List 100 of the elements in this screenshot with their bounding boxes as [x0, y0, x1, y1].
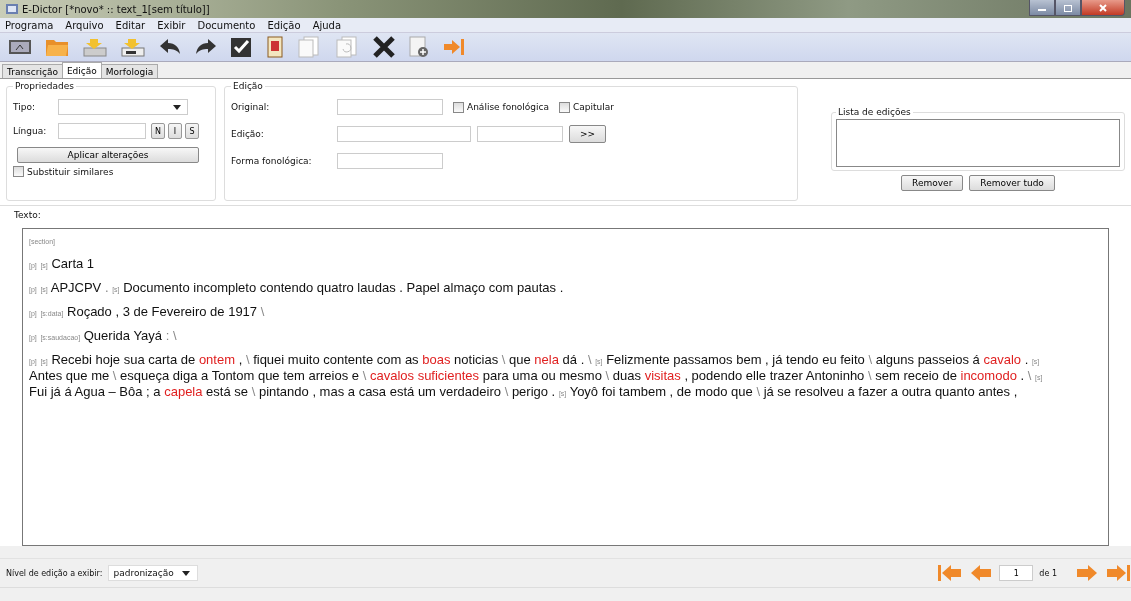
- markup-mark: \: [867, 368, 872, 383]
- text-run: .: [1024, 352, 1029, 367]
- field-label: Tipo:: [13, 102, 36, 112]
- checkbox-label: Substituir similares: [27, 166, 114, 177]
- maximize-icon: [1063, 3, 1073, 12]
- markup-mark: \: [756, 384, 760, 399]
- text-run: Roçado , 3 de Fevereiro de 1917: [67, 304, 258, 319]
- remove-button[interactable]: Remover: [901, 175, 964, 191]
- text-run: alguns passeios á: [875, 352, 980, 367]
- text-run: perigo .: [511, 384, 556, 399]
- checkmark-icon[interactable]: [230, 36, 254, 58]
- first-page-icon[interactable]: [937, 563, 964, 583]
- edited-word: capela: [164, 384, 203, 399]
- edited-word: cavalo: [983, 352, 1021, 367]
- group-title: Lista de edições: [837, 107, 912, 117]
- section-label: Texto:: [14, 210, 42, 222]
- text-run: duas: [612, 368, 641, 383]
- markup-mark: \: [112, 368, 117, 383]
- text-run: esqueça diga a Tontom que tem arreios e: [120, 368, 360, 383]
- field-label: Original:: [231, 102, 271, 112]
- app-icon: [6, 4, 18, 14]
- text-run: Yoyô foi tambem , de modo que: [569, 384, 753, 399]
- markup-mark: \: [504, 384, 509, 399]
- edit-list[interactable]: [836, 119, 1120, 167]
- page-add-icon[interactable]: [408, 36, 430, 58]
- tab[interactable]: Transcrição: [2, 64, 63, 78]
- text-run: pintando , mas a casa está um verdadeiro: [258, 384, 501, 399]
- menu-item[interactable]: Documento: [197, 19, 256, 31]
- language-field[interactable]: [58, 123, 146, 139]
- markup-mark: \: [260, 304, 265, 319]
- level-dropdown[interactable]: padronização: [108, 565, 199, 581]
- edited-word: nela: [534, 352, 559, 367]
- text-run: está se: [206, 384, 249, 399]
- minimize-button[interactable]: [1029, 0, 1055, 16]
- checkbox-label: Capitular: [573, 102, 614, 112]
- markup-mark: \: [605, 368, 610, 383]
- edition-field[interactable]: [477, 126, 563, 142]
- field-label: Forma fonológica:: [231, 156, 313, 166]
- field-label: Língua:: [13, 126, 48, 136]
- edited-word: boas: [422, 352, 451, 367]
- text-run: Querida Yayá: [83, 328, 163, 343]
- monitor-icon[interactable]: [8, 37, 32, 57]
- markup-mark: :: [165, 328, 170, 343]
- style-button[interactable]: I: [168, 123, 182, 139]
- text-run: Fui já á Agua – Bôa ; a: [29, 384, 161, 399]
- close-button[interactable]: [1081, 0, 1125, 16]
- text-area[interactable]: [22, 228, 1109, 546]
- menu-item[interactable]: Editar: [115, 19, 146, 31]
- checkbox[interactable]: [559, 101, 571, 113]
- group-title: Edição: [232, 81, 264, 91]
- edition-field[interactable]: [337, 126, 471, 142]
- checkbox[interactable]: [453, 101, 464, 113]
- text-run: ,: [238, 352, 243, 367]
- text-run: para uma ou mesmo: [482, 368, 602, 383]
- text-run: dá .: [562, 352, 585, 367]
- style-button[interactable]: S: [185, 123, 199, 139]
- text-run: fiquei muito contente com as: [253, 352, 419, 367]
- field-label: Edição:: [231, 129, 265, 139]
- markup-mark: \: [587, 352, 592, 367]
- markup-mark: \: [245, 352, 250, 367]
- markup-mark: \: [251, 384, 256, 399]
- last-page-icon[interactable]: [1105, 563, 1131, 583]
- card-icon[interactable]: [266, 36, 284, 58]
- text-run: Antes que me: [29, 368, 110, 383]
- transfer-button[interactable]: >>: [569, 125, 607, 143]
- group-title: Propriedades: [14, 81, 75, 91]
- dropdown-arrow-icon: [173, 104, 181, 110]
- text-run: Felizmente passamos bem , já tendo eu feito: [606, 352, 865, 367]
- original-field[interactable]: [337, 99, 443, 115]
- style-button[interactable]: N: [151, 123, 165, 139]
- menu-item[interactable]: Ajuda: [312, 19, 342, 31]
- text-run: Carta 1: [51, 256, 95, 271]
- previous-page-icon[interactable]: [969, 563, 994, 583]
- text-run: sem receio de: [875, 368, 957, 383]
- phonological-field[interactable]: [337, 153, 443, 169]
- menu-item[interactable]: Edição: [267, 19, 301, 31]
- page-field[interactable]: 1: [999, 565, 1034, 581]
- tab[interactable]: Edição: [61, 62, 102, 78]
- page-total: de 1: [1039, 568, 1057, 578]
- menu-item[interactable]: Programa: [5, 19, 54, 31]
- edited-word: visitas: [644, 368, 681, 383]
- drive-arrow-icon[interactable]: [120, 36, 146, 58]
- edited-word: ontem: [198, 352, 235, 367]
- delete-icon[interactable]: [372, 36, 396, 58]
- next-page-icon[interactable]: [1075, 563, 1099, 583]
- text-run: Recebi hoje sua carta de: [51, 352, 196, 367]
- maximize-button[interactable]: [1055, 0, 1081, 16]
- apply-button[interactable]: Aplicar alterações: [17, 147, 199, 163]
- checkbox[interactable]: [13, 166, 24, 177]
- arrow-to-bar-icon[interactable]: [442, 37, 466, 57]
- text-run: , podendo elle trazer Antoninho: [684, 368, 865, 383]
- text-run: que: [509, 352, 531, 367]
- checkbox-label: Análise fonológica: [467, 102, 550, 112]
- text-run: .: [1020, 368, 1025, 383]
- markup-mark: \: [501, 352, 506, 367]
- tab[interactable]: Morfologia: [100, 64, 159, 78]
- text-run: Documento incompleto contendo quatro laudas . Papel almaço com pautas .: [123, 280, 564, 295]
- menu-item[interactable]: Arquivo: [65, 19, 104, 31]
- menu-item[interactable]: Exibir: [157, 19, 186, 31]
- remove-button[interactable]: Remover tudo: [969, 175, 1055, 191]
